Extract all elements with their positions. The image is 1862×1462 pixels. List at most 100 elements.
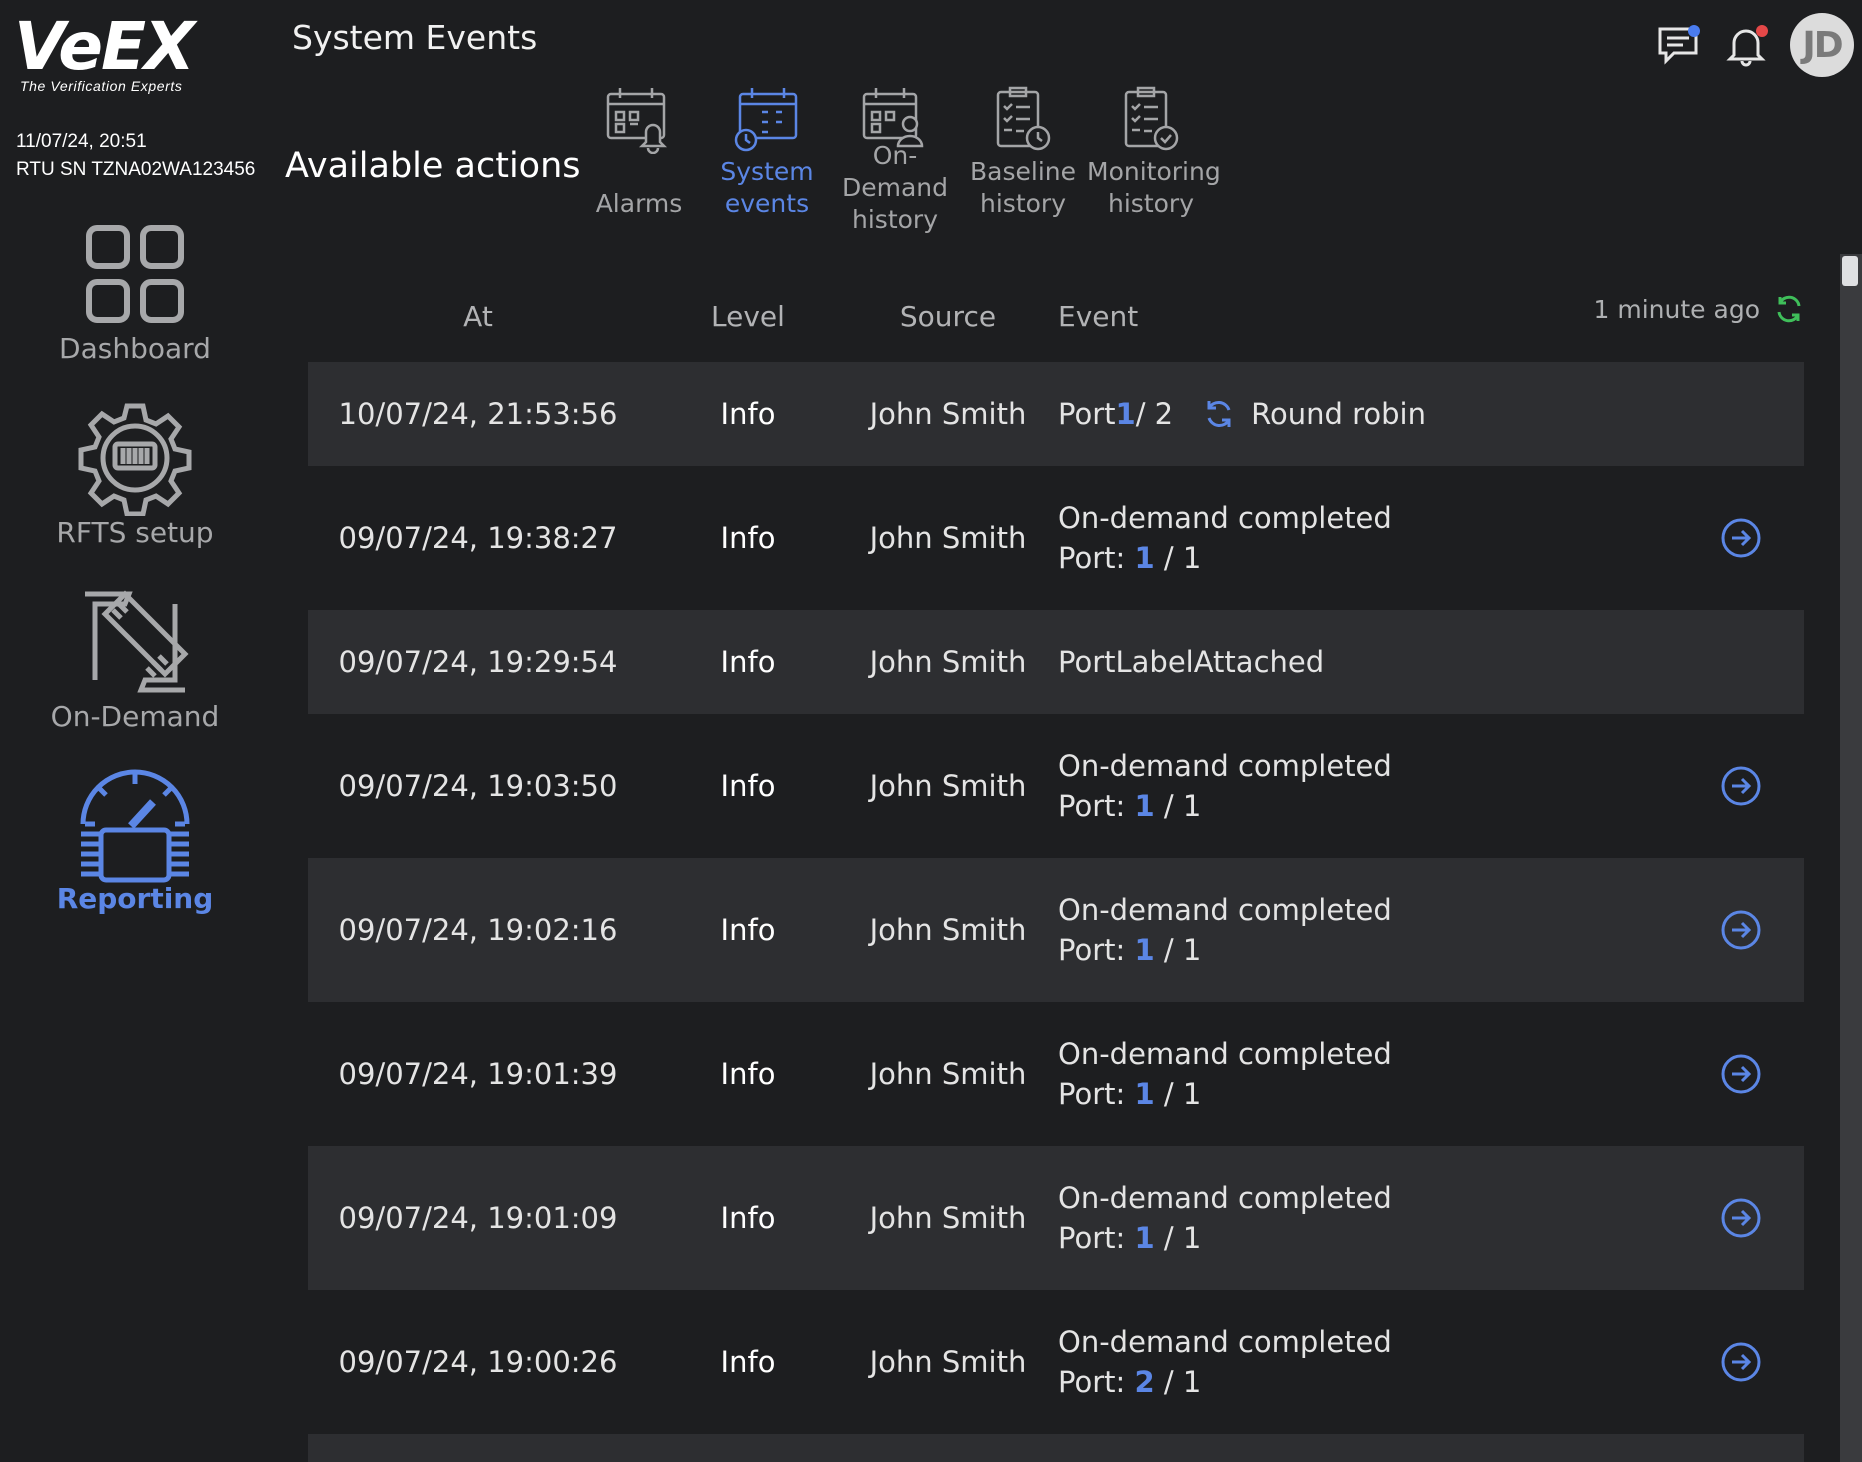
sidebar-item-label: Dashboard bbox=[59, 332, 211, 365]
event-time: 10/07/24, 21:53:56 bbox=[338, 397, 618, 431]
table-row[interactable]: 10/07/24, 21:53:56 Info John Smith Port … bbox=[308, 362, 1804, 466]
table-row[interactable] bbox=[308, 1434, 1804, 1462]
rfts-gear-icon bbox=[78, 403, 192, 516]
table-row[interactable]: 09/07/24, 19:00:26 Info John Smith On-de… bbox=[308, 1290, 1804, 1434]
action-system-events[interactable]: System events bbox=[703, 84, 831, 220]
action-alarms[interactable]: Alarms bbox=[575, 84, 703, 220]
system-events-calendar-icon bbox=[734, 88, 798, 152]
avatar[interactable]: JD bbox=[1790, 13, 1854, 77]
arrow-right-circle-icon[interactable] bbox=[1720, 517, 1762, 559]
action-label: Monitoring history bbox=[1087, 157, 1221, 218]
sidebar: VeEX The Verification Experts 11/07/24, … bbox=[0, 0, 270, 1462]
arrow-right-circle-icon[interactable] bbox=[1720, 909, 1762, 951]
arrow-right-circle-icon[interactable] bbox=[1720, 1053, 1762, 1095]
table-row[interactable]: 09/07/24, 19:01:09 Info John Smith On-de… bbox=[308, 1146, 1804, 1290]
port-label: Port: bbox=[1058, 789, 1135, 823]
event-description: On-demand completed Port: 1 / 1 bbox=[1058, 1034, 1392, 1114]
event-source: John Smith bbox=[869, 913, 1027, 947]
action-label: System events bbox=[720, 157, 814, 218]
event-level: Info bbox=[720, 1345, 776, 1379]
event-time: 09/07/24, 19:02:16 bbox=[338, 913, 618, 947]
sidebar-item-reporting[interactable]: Reporting bbox=[0, 768, 270, 915]
event-title: On-demand completed bbox=[1058, 749, 1392, 783]
port-label: Port: bbox=[1058, 933, 1135, 967]
event-source: John Smith bbox=[869, 521, 1027, 555]
column-at[interactable]: At bbox=[308, 300, 648, 333]
event-description: On-demand completed Port: 1 / 1 bbox=[1058, 890, 1392, 970]
port-label: Port bbox=[1058, 397, 1116, 431]
arrow-right-circle-icon[interactable] bbox=[1720, 1341, 1762, 1383]
refresh-icon[interactable] bbox=[1774, 294, 1804, 324]
scrollbar-thumb[interactable] bbox=[1842, 256, 1858, 286]
event-level: Info bbox=[720, 521, 776, 555]
alarm-calendar-icon bbox=[606, 88, 668, 154]
baseline-history-icon bbox=[996, 86, 1051, 151]
notifications-dot bbox=[1756, 25, 1768, 37]
event-description: On-demand completed Port: 2 / 1 bbox=[1058, 1322, 1392, 1402]
sidebar-item-dashboard[interactable]: Dashboard bbox=[0, 222, 270, 365]
port-total: / 1 bbox=[1154, 541, 1202, 575]
table-row[interactable]: 09/07/24, 19:29:54 Info John Smith PortL… bbox=[308, 610, 1804, 714]
action-label: Baseline history bbox=[970, 157, 1076, 218]
port-total: / 1 bbox=[1154, 1221, 1202, 1255]
last-updated: 1 minute ago bbox=[1594, 294, 1804, 324]
column-source[interactable]: Source bbox=[828, 300, 1068, 333]
sidebar-item-on-demand[interactable]: On-Demand bbox=[0, 584, 270, 733]
event-level: Info bbox=[720, 645, 776, 679]
messages-dot bbox=[1688, 25, 1700, 37]
round-robin-icon bbox=[1207, 401, 1231, 427]
event-time: 09/07/24, 19:00:26 bbox=[338, 1345, 618, 1379]
event-level: Info bbox=[720, 913, 776, 947]
port-total: / 1 bbox=[1154, 1077, 1202, 1111]
table-row[interactable]: 09/07/24, 19:38:27 Info John Smith On-de… bbox=[308, 466, 1804, 610]
event-source: John Smith bbox=[869, 1345, 1027, 1379]
sidebar-item-label: Reporting bbox=[56, 882, 214, 915]
sidebar-item-label: On-Demand bbox=[50, 700, 220, 733]
port-label: Port: bbox=[1058, 1365, 1135, 1399]
port-total: / 1 bbox=[1154, 933, 1202, 967]
table-row[interactable]: 09/07/24, 19:01:39 Info John Smith On-de… bbox=[308, 1002, 1804, 1146]
device-info: 11/07/24, 20:51 RTU SN TZNA02WA123456 bbox=[16, 128, 255, 184]
event-description: Port 1 / 2 Round robin bbox=[1058, 394, 1426, 434]
port-label: Port: bbox=[1058, 541, 1135, 575]
column-level[interactable]: Level bbox=[688, 300, 808, 333]
messages-button[interactable] bbox=[1654, 21, 1702, 69]
available-actions-title: Available actions bbox=[285, 146, 581, 186]
port-total: / 2 bbox=[1135, 397, 1174, 431]
port-label: Port: bbox=[1058, 1221, 1135, 1255]
event-level: Info bbox=[720, 769, 776, 803]
action-on-demand-history[interactable]: On- Demand history bbox=[831, 84, 959, 236]
port-number: 1 bbox=[1134, 789, 1155, 823]
header-toolbar: JD bbox=[1654, 10, 1854, 80]
port-number: 2 bbox=[1134, 1365, 1155, 1399]
arrow-right-circle-icon[interactable] bbox=[1720, 1197, 1762, 1239]
event-title: On-demand completed bbox=[1058, 1325, 1392, 1359]
port-total: / 1 bbox=[1154, 1365, 1202, 1399]
action-baseline-history[interactable]: Baseline history bbox=[959, 84, 1087, 220]
event-description: On-demand completed Port: 1 / 1 bbox=[1058, 746, 1392, 826]
event-title: On-demand completed bbox=[1058, 501, 1392, 535]
event-source: John Smith bbox=[869, 769, 1027, 803]
event-source: John Smith bbox=[869, 645, 1027, 679]
on-demand-icon bbox=[85, 590, 189, 693]
page-title: System Events bbox=[292, 18, 538, 57]
arrow-right-circle-icon[interactable] bbox=[1720, 765, 1762, 807]
scrollbar[interactable] bbox=[1840, 254, 1862, 1462]
device-datetime: 11/07/24, 20:51 bbox=[16, 131, 147, 152]
event-time: 09/07/24, 19:29:54 bbox=[338, 645, 618, 679]
monitoring-history-icon bbox=[1124, 86, 1179, 151]
sidebar-item-rfts-setup[interactable]: RFTS setup bbox=[0, 400, 270, 549]
event-description: On-demand completed Port: 1 / 1 bbox=[1058, 498, 1392, 578]
event-time: 09/07/24, 19:38:27 bbox=[338, 521, 618, 555]
event-title: On-demand completed bbox=[1058, 1181, 1392, 1215]
action-monitoring-history[interactable]: Monitoring history bbox=[1087, 84, 1221, 220]
port-number: 1 bbox=[1134, 933, 1155, 967]
notifications-button[interactable] bbox=[1722, 21, 1770, 69]
table-row[interactable]: 09/07/24, 19:02:16 Info John Smith On-de… bbox=[308, 858, 1804, 1002]
event-source: John Smith bbox=[869, 1201, 1027, 1235]
column-event[interactable]: Event bbox=[1058, 300, 1138, 333]
event-time: 09/07/24, 19:01:39 bbox=[338, 1057, 618, 1091]
table-row[interactable]: 09/07/24, 19:03:50 Info John Smith On-de… bbox=[308, 714, 1804, 858]
logo-text: VeEX bbox=[14, 8, 195, 85]
event-level: Info bbox=[720, 1201, 776, 1235]
